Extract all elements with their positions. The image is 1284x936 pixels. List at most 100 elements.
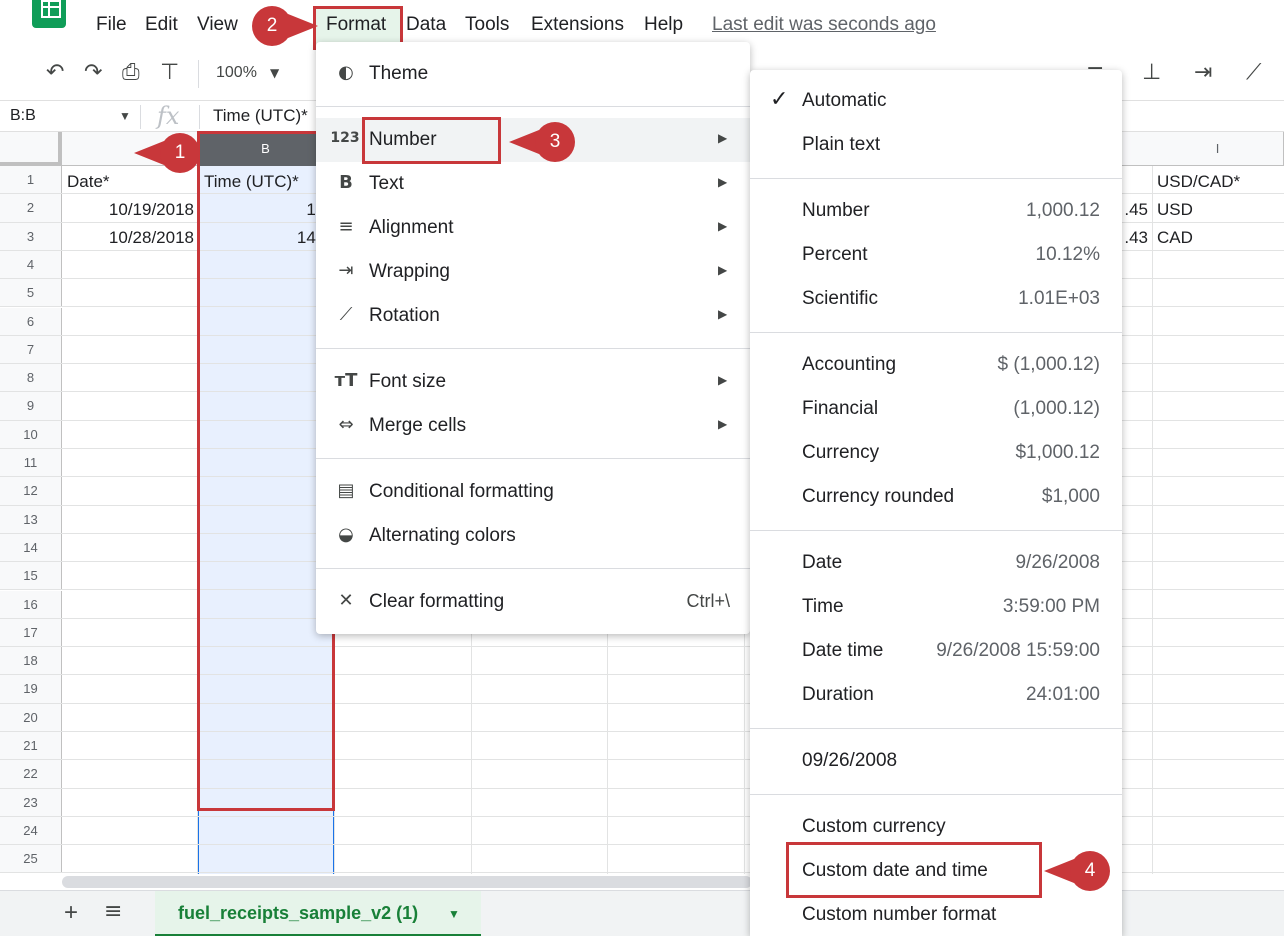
row-header[interactable]: 14	[0, 533, 62, 562]
menu-divider	[316, 348, 750, 349]
row-header[interactable]: 23	[0, 788, 62, 816]
number-menu-highlight-box	[362, 117, 501, 164]
cell-a2[interactable]: 10/19/2018	[104, 200, 194, 220]
select-all-corner[interactable]	[0, 132, 62, 166]
format-menu-text[interactable]: B Text ▶	[316, 162, 750, 206]
row-header[interactable]: 11	[0, 449, 62, 477]
row-header[interactable]: 21	[0, 732, 62, 760]
name-box[interactable]: B:B	[10, 107, 36, 125]
format-menu-font-size[interactable]: тT Font size ▶	[316, 360, 750, 404]
horizontal-scrollbar[interactable]	[62, 876, 752, 888]
number-format-date-time[interactable]: Date time 9/26/2008 15:59:00	[750, 629, 1122, 673]
row-header[interactable]: 22	[0, 760, 62, 788]
row-header[interactable]: 7	[0, 335, 62, 364]
menu-data[interactable]: Data	[406, 14, 446, 36]
callout-arrow	[288, 14, 318, 38]
cell-a1[interactable]: Date*	[67, 172, 110, 192]
menu-view[interactable]: View	[197, 14, 238, 36]
format-menu-conditional-formatting[interactable]: ▤ Conditional formatting	[316, 470, 750, 514]
number-format-percent[interactable]: Percent 10.12%	[750, 233, 1122, 277]
menu-help[interactable]: Help	[644, 14, 683, 36]
chevron-down-icon[interactable]: ▼	[270, 66, 279, 80]
row-header[interactable]: 25	[0, 845, 62, 873]
number-format-accounting[interactable]: Accounting $ (1,000.12)	[750, 343, 1122, 387]
redo-icon[interactable]: ↷	[84, 60, 102, 85]
menu-tools[interactable]: Tools	[465, 14, 509, 36]
row-header[interactable]: 6	[0, 307, 62, 335]
format-menu-theme[interactable]: ◐ Theme	[316, 52, 750, 96]
row-header[interactable]: 13	[0, 505, 62, 533]
zoom-select[interactable]: 100%	[216, 64, 257, 82]
cell-a3[interactable]: 10/28/2018	[104, 228, 194, 248]
cell-i2[interactable]: USD	[1157, 200, 1193, 220]
number-format-currency[interactable]: Currency $1,000.12	[750, 431, 1122, 475]
menu-item-label: Plain text	[802, 134, 881, 155]
row-header[interactable]: 18	[0, 647, 62, 675]
menu-file[interactable]: File	[96, 14, 127, 36]
row-header[interactable]: 2	[0, 194, 62, 222]
chevron-down-icon[interactable]: ▼	[448, 907, 460, 921]
row-header[interactable]: 5	[0, 279, 62, 307]
formula-input[interactable]: Time (UTC)*	[213, 106, 308, 126]
format-example: $1,000.12	[1015, 442, 1100, 463]
sheet-tab[interactable]: fuel_receipts_sample_v2 (1) ▼	[155, 891, 481, 936]
format-menu-merge-cells[interactable]: ⇔ Merge cells ▶	[316, 404, 750, 448]
paint-format-icon[interactable]: ⊤	[160, 60, 179, 85]
add-sheet-icon[interactable]: +	[64, 899, 78, 927]
number-format-plain-text[interactable]: Plain text	[750, 123, 1122, 167]
number-format-currency-rounded[interactable]: Currency rounded $1,000	[750, 475, 1122, 519]
format-menu-wrapping[interactable]: ⇥ Wrapping ▶	[316, 250, 750, 294]
format-menu-alternating-colors[interactable]: ◒ Alternating colors	[316, 514, 750, 558]
row-header[interactable]: 19	[0, 675, 62, 703]
row-header[interactable]: 16	[0, 590, 62, 618]
menu-item-label: Alternating colors	[369, 525, 516, 546]
row-header[interactable]: 3	[0, 222, 62, 250]
number-format-duration[interactable]: Duration 24:01:00	[750, 673, 1122, 717]
number-format-date[interactable]: Date 9/26/2008	[750, 541, 1122, 585]
conditional-format-icon: ▤	[337, 480, 355, 501]
row-header[interactable]: 17	[0, 618, 62, 647]
chevron-down-icon[interactable]: ▼	[119, 109, 131, 123]
print-icon[interactable]: ⎙	[122, 60, 140, 85]
number-format-financial[interactable]: Financial (1,000.12)	[750, 387, 1122, 431]
last-edit-link[interactable]: Last edit was seconds ago	[712, 14, 936, 36]
row-header[interactable]: 9	[0, 392, 62, 420]
undo-icon[interactable]: ↶	[46, 60, 64, 85]
row-header[interactable]: 20	[0, 703, 62, 731]
format-menu-rotation[interactable]: ⟋ Rotation ▶	[316, 294, 750, 338]
number-format-automatic[interactable]: ✓ Automatic	[750, 79, 1122, 123]
submenu-arrow-icon: ▶	[718, 307, 728, 321]
row-header[interactable]: 12	[0, 477, 62, 505]
row-header[interactable]: 4	[0, 250, 62, 279]
format-menu-alignment[interactable]: ≡ Alignment ▶	[316, 206, 750, 250]
text-rotation-icon[interactable]: ⟋	[1246, 60, 1261, 85]
number-format-time[interactable]: Time 3:59:00 PM	[750, 585, 1122, 629]
cell-i3[interactable]: CAD	[1157, 228, 1193, 248]
row-header[interactable]: 1	[0, 166, 62, 194]
menu-edit[interactable]: Edit	[145, 14, 178, 36]
vertical-align-icon[interactable]: ⊥	[1142, 60, 1161, 85]
cell-i1[interactable]: USD/CAD*	[1157, 172, 1240, 192]
number-format-custom-number[interactable]: Custom number format	[750, 893, 1122, 936]
row-header[interactable]: 24	[0, 816, 62, 845]
column-header-i[interactable]: I	[1152, 132, 1284, 166]
format-menu-clear-formatting[interactable]: ✕ Clear formatting Ctrl+\	[316, 580, 750, 624]
menu-divider	[750, 728, 1122, 729]
number-format-scientific[interactable]: Scientific 1.01E+03	[750, 277, 1122, 321]
menu-extensions[interactable]: Extensions	[531, 14, 624, 36]
clear-format-icon: ✕	[338, 590, 354, 611]
all-sheets-icon[interactable]: ≡	[104, 899, 122, 924]
menu-format[interactable]: Format	[326, 14, 386, 36]
text-wrapping-icon[interactable]: ⇥	[1194, 60, 1212, 85]
menu-item-label: Currency rounded	[802, 486, 955, 507]
google-sheets-logo-icon[interactable]	[32, 0, 66, 28]
callout-number: 1	[160, 133, 200, 173]
row-header[interactable]: 15	[0, 562, 62, 590]
number-format-recent-date[interactable]: 09/26/2008	[750, 739, 1122, 783]
format-example: 1,000.12	[1026, 200, 1100, 221]
row-header[interactable]: 10	[0, 420, 62, 448]
menu-divider	[316, 568, 750, 569]
menu-divider	[750, 332, 1122, 333]
number-format-number[interactable]: Number 1,000.12	[750, 189, 1122, 233]
row-header[interactable]: 8	[0, 364, 62, 392]
